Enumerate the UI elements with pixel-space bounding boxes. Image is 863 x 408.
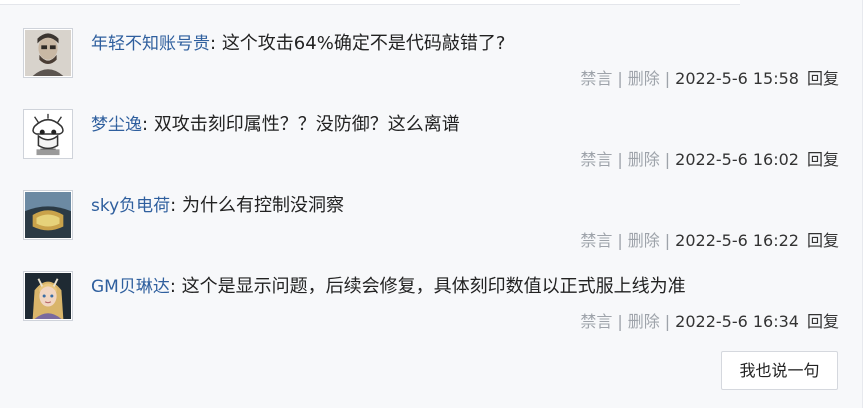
comment-meta: 禁言 | 删除 | 2022-5-6 16:34 回复 — [580, 310, 839, 334]
comment-username[interactable]: GM贝琳达 — [91, 277, 170, 297]
landscape-avatar-icon — [25, 192, 71, 238]
comment-line: sky负电荷: 为什么有控制没洞察 — [91, 193, 344, 219]
comment-meta: 禁言 | 删除 | 2022-5-6 16:02 回复 — [580, 148, 839, 172]
comment-text: 为什么有控制没洞察 — [181, 195, 344, 216]
colon: : — [210, 33, 217, 54]
comment-item: 梦尘逸: 双攻击刻印属性？？没防御？这么离谱 禁言 | 删除 | 2022-5-6 16… — [23, 109, 839, 189]
avatar[interactable] — [23, 28, 73, 78]
separator: | — [617, 69, 623, 88]
delete-link[interactable]: 删除 — [628, 312, 660, 331]
comment-item: 年轻不知账号贵: 这个攻击64%确定不是代码敲错了? 禁言 | 删除 | 2022-5-… — [23, 28, 839, 108]
avatar[interactable] — [23, 271, 73, 321]
separator: | — [664, 150, 671, 169]
comment-text: 这个攻击64%确定不是代码敲错了? — [221, 33, 506, 54]
user-avatar-icon — [25, 30, 71, 76]
character-avatar-icon — [25, 273, 71, 319]
reply-link[interactable]: 回复 — [807, 150, 839, 169]
mute-link[interactable]: 禁言 — [580, 231, 612, 250]
separator: | — [664, 69, 671, 88]
comment-line: 梦尘逸: 双攻击刻印属性？？没防御？这么离谱 — [91, 112, 460, 138]
comment-line: GM贝琳达: 这个是显示问题，后续会修复，具体刻印数值以正式服上线为准 — [91, 274, 686, 300]
colon: : — [169, 276, 176, 297]
reply-link[interactable]: 回复 — [807, 69, 839, 88]
delete-link[interactable]: 删除 — [628, 69, 660, 88]
mute-link[interactable]: 禁言 — [580, 69, 612, 88]
colon: : — [170, 195, 177, 216]
reply-link[interactable]: 回复 — [807, 231, 839, 250]
delete-link[interactable]: 删除 — [628, 150, 660, 169]
colon: : — [142, 114, 149, 135]
timestamp: 2022-5-6 16:22 — [675, 231, 799, 250]
delete-link[interactable]: 删除 — [628, 231, 660, 250]
separator: | — [617, 150, 623, 169]
separator: | — [617, 231, 623, 250]
timestamp: 2022-5-6 15:58 — [675, 69, 799, 88]
mute-link[interactable]: 禁言 — [580, 150, 612, 169]
comment-meta: 禁言 | 删除 | 2022-5-6 15:58 回复 — [580, 67, 839, 91]
comment-item: GM贝琳达: 这个是显示问题，后续会修复，具体刻印数值以正式服上线为准 禁言 | 删… — [23, 271, 839, 351]
separator: | — [664, 231, 671, 250]
separator: | — [617, 312, 623, 331]
comment-item: sky负电荷: 为什么有控制没洞察 禁言 | 删除 | 2022-5-6 16:22 回复 — [23, 190, 839, 270]
mute-link[interactable]: 禁言 — [580, 312, 612, 331]
comment-meta: 禁言 | 删除 | 2022-5-6 16:22 回复 — [580, 229, 839, 253]
comment-section: 年轻不知账号贵: 这个攻击64%确定不是代码敲错了? 禁言 | 删除 | 2022-5-… — [0, 0, 863, 408]
avatar[interactable] — [23, 109, 73, 159]
comment-username[interactable]: 梦尘逸 — [91, 115, 142, 135]
comment-text: 双攻击刻印属性？？没防御？这么离谱 — [153, 114, 460, 135]
comment-username[interactable]: 年轻不知账号贵 — [91, 34, 210, 54]
avatar[interactable] — [23, 190, 73, 240]
comment-line: 年轻不知账号贵: 这个攻击64%确定不是代码敲错了? — [91, 31, 505, 57]
cartoon-avatar-icon — [25, 111, 71, 157]
comment-username[interactable]: sky负电荷 — [91, 196, 170, 216]
write-comment-button[interactable]: 我也说一句 — [721, 351, 838, 390]
reply-link[interactable]: 回复 — [807, 312, 839, 331]
comment-text: 这个是显示问题，后续会修复，具体刻印数值以正式服上线为准 — [181, 276, 686, 297]
separator: | — [664, 312, 671, 331]
timestamp: 2022-5-6 16:34 — [675, 312, 799, 331]
top-divider — [0, 0, 740, 5]
timestamp: 2022-5-6 16:02 — [675, 150, 799, 169]
